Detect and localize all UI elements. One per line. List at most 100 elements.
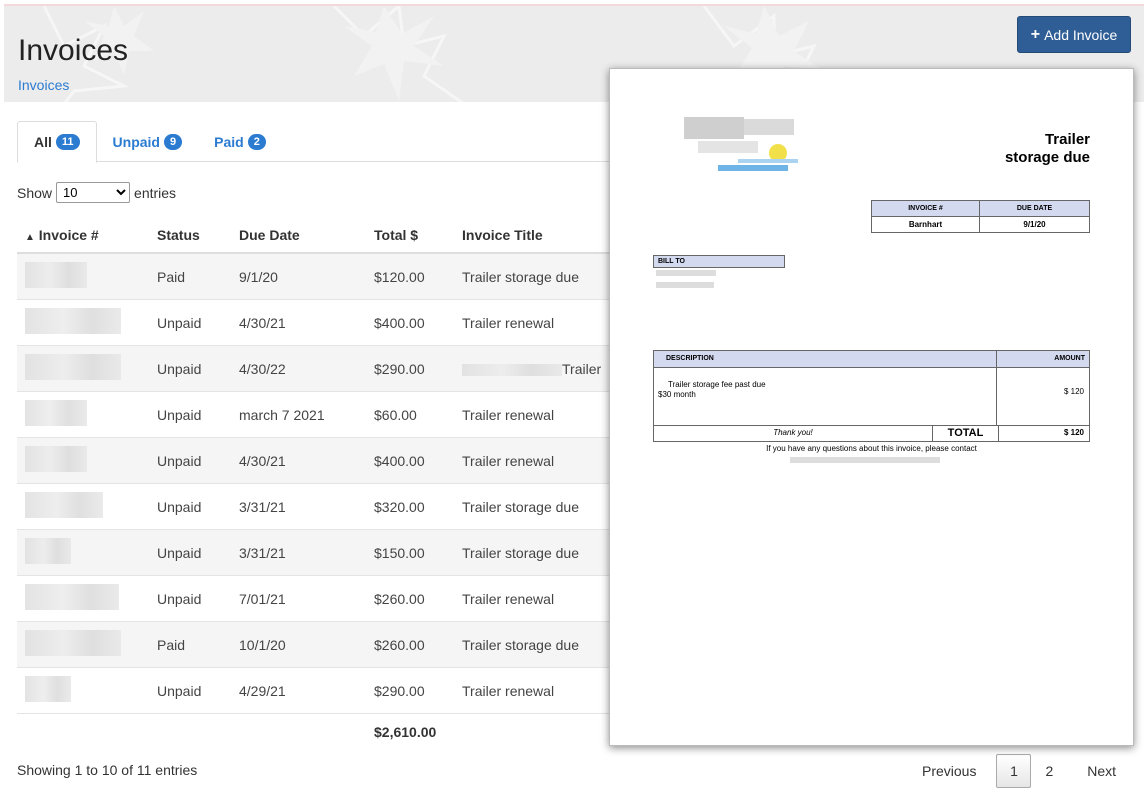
total-cell: $60.00 bbox=[374, 406, 417, 423]
column-invoice-number[interactable]: ▲ Invoice # bbox=[17, 227, 157, 243]
total-cell: $320.00 bbox=[374, 498, 425, 515]
title-cell: Trailer renewal bbox=[462, 682, 555, 699]
table-row[interactable]: Unpaid 4/30/21 $400.00 Trailer renewal bbox=[17, 438, 617, 484]
title-cell: Trailer storage due bbox=[462, 268, 579, 285]
table-row[interactable]: Unpaid 3/31/21 $150.00 Trailer storage d… bbox=[17, 530, 617, 576]
line-item-description: Trailer storage fee past due bbox=[668, 380, 766, 389]
title-line-2: storage due bbox=[1004, 149, 1090, 166]
table-row[interactable]: Paid 9/1/20 $120.00 Trailer storage due bbox=[17, 254, 617, 300]
table-row[interactable]: Unpaid 4/30/21 $400.00 Trailer renewal bbox=[17, 300, 617, 346]
status-cell: Paid bbox=[157, 636, 186, 653]
title-cell: Trailer storage due bbox=[462, 544, 579, 561]
total-cell: $400.00 bbox=[374, 452, 425, 469]
line-items-table: DESCRIPTION AMOUNT Trailer storage fee p… bbox=[653, 350, 1090, 442]
total-cell: $290.00 bbox=[374, 682, 425, 699]
title-cell: Trailer bbox=[562, 360, 602, 377]
status-cell: Unpaid bbox=[157, 314, 202, 331]
plus-icon: + bbox=[1030, 25, 1041, 43]
amount-header: AMOUNT bbox=[1054, 355, 1085, 362]
tab-paid-count-badge: 2 bbox=[247, 133, 266, 150]
redacted-title-prefix bbox=[462, 363, 562, 376]
due-date-cell: 7/01/21 bbox=[239, 590, 286, 607]
thank-you-note: Thank you! bbox=[773, 428, 813, 437]
pagination: Previous 1 2 Next bbox=[910, 754, 1128, 788]
due-date-cell: 4/30/21 bbox=[239, 314, 286, 331]
total-cell: $150.00 bbox=[374, 544, 425, 561]
total-cell: $260.00 bbox=[374, 590, 425, 607]
title-cell: Trailer storage due bbox=[462, 636, 579, 653]
invoices-table: ▲ Invoice # Status Due Date Total $ Invo… bbox=[17, 218, 617, 750]
table-row[interactable]: Unpaid march 7 2021 $60.00 Trailer renew… bbox=[17, 392, 617, 438]
title-cell: Trailer renewal bbox=[462, 406, 555, 423]
tab-unpaid-count-badge: 9 bbox=[163, 133, 183, 150]
total-cell: $290.00 bbox=[374, 360, 425, 377]
entries-label: entries bbox=[134, 184, 177, 201]
column-due-date[interactable]: Due Date bbox=[239, 227, 374, 243]
breadcrumb-invoices[interactable]: Invoices bbox=[18, 77, 69, 93]
column-total[interactable]: Total $ bbox=[374, 227, 462, 243]
tab-all[interactable]: All 11 bbox=[17, 121, 97, 163]
previous-page-button[interactable]: Previous bbox=[910, 754, 988, 788]
title-cell: Trailer renewal bbox=[462, 314, 555, 331]
tab-unpaid[interactable]: Unpaid 9 bbox=[97, 121, 199, 162]
redacted-invoice-number bbox=[25, 400, 87, 426]
show-label: Show bbox=[17, 184, 53, 201]
grand-total: $2,610.00 bbox=[374, 724, 437, 740]
column-invoice-title[interactable]: Invoice Title bbox=[462, 227, 612, 243]
contact-note: If you have any questions about this inv… bbox=[766, 444, 977, 453]
redacted-invoice-number bbox=[25, 630, 121, 656]
table-info: Showing 1 to 10 of 11 entries bbox=[17, 762, 198, 778]
table-row[interactable]: Unpaid 3/31/21 $320.00 Trailer storage d… bbox=[17, 484, 617, 530]
status-cell: Unpaid bbox=[157, 452, 202, 469]
table-row[interactable]: Unpaid 4/30/22 $290.00 Trailer bbox=[17, 346, 617, 392]
page-2-button[interactable]: 2 bbox=[1031, 754, 1067, 788]
status-cell: Unpaid bbox=[157, 360, 202, 377]
status-cell: Unpaid bbox=[157, 590, 202, 607]
due-date-cell: 4/30/22 bbox=[239, 360, 286, 377]
line-item-detail: $30 month bbox=[658, 390, 696, 399]
due-date-cell: 3/31/21 bbox=[239, 544, 286, 561]
entries-select[interactable]: 10 bbox=[56, 182, 131, 203]
tab-all-label: All bbox=[34, 134, 52, 150]
redacted-contact-info bbox=[790, 457, 940, 463]
add-invoice-button[interactable]: + Add Invoice bbox=[1017, 16, 1131, 53]
status-cell: Paid bbox=[157, 268, 186, 285]
invoice-document-title: Trailer storage due bbox=[940, 131, 1090, 167]
total-label: TOTAL bbox=[932, 426, 999, 441]
tab-unpaid-label: Unpaid bbox=[112, 133, 160, 150]
sort-ascending-icon: ▲ bbox=[25, 232, 35, 243]
invoice-preview: Trailer storage due INVOICE # DUE DATE B… bbox=[609, 68, 1134, 746]
next-page-button[interactable]: Next bbox=[1075, 754, 1128, 788]
title-cell: Trailer storage due bbox=[462, 498, 579, 515]
table-row[interactable]: Paid 10/1/20 $260.00 Trailer storage due bbox=[17, 622, 617, 668]
due-date-cell: 3/31/21 bbox=[239, 498, 286, 515]
total-cell: $260.00 bbox=[374, 636, 425, 653]
tab-paid[interactable]: Paid 2 bbox=[198, 121, 282, 162]
status-cell: Unpaid bbox=[157, 544, 202, 561]
due-date-cell: 4/29/21 bbox=[239, 682, 286, 699]
due-date-cell: 9/1/20 bbox=[239, 268, 278, 285]
line-item-amount: $ 120 bbox=[1063, 387, 1084, 396]
redacted-invoice-number bbox=[25, 492, 103, 518]
table-row[interactable]: Unpaid 4/29/21 $290.00 Trailer renewal bbox=[17, 668, 617, 714]
description-header: DESCRIPTION bbox=[654, 351, 997, 367]
page-1-button[interactable]: 1 bbox=[996, 754, 1032, 788]
page-title: Invoices bbox=[18, 34, 129, 67]
title-cell: Trailer renewal bbox=[462, 452, 555, 469]
redacted-invoice-number bbox=[25, 446, 87, 472]
invoice-number-label: INVOICE # bbox=[870, 200, 981, 217]
add-invoice-label: Add Invoice bbox=[1044, 26, 1118, 43]
status-cell: Unpaid bbox=[157, 406, 202, 423]
company-logo bbox=[684, 117, 798, 171]
table-row[interactable]: Unpaid 7/01/21 $260.00 Trailer renewal bbox=[17, 576, 617, 622]
invoice-tabs: All 11 Unpaid 9 Paid 2 bbox=[17, 121, 612, 163]
redacted-invoice-number bbox=[25, 262, 87, 288]
tab-all-count-badge: 11 bbox=[55, 134, 80, 150]
total-cell: $400.00 bbox=[374, 314, 425, 331]
table-footer: $2,610.00 bbox=[17, 714, 617, 750]
due-date-cell: 10/1/20 bbox=[239, 636, 286, 653]
due-date-cell: 4/30/21 bbox=[239, 452, 286, 469]
column-status[interactable]: Status bbox=[157, 227, 239, 243]
redacted-invoice-number bbox=[25, 584, 119, 610]
column-invoice-number-label: Invoice # bbox=[38, 227, 99, 243]
